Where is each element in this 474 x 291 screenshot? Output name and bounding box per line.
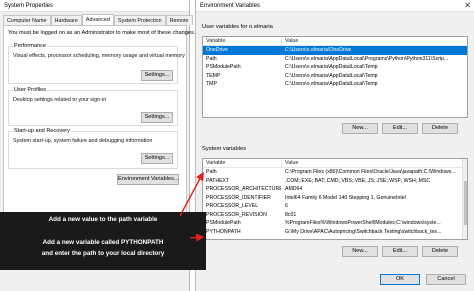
environment-variables-window: Environment Variables ✕ User variables f…	[195, 0, 474, 291]
var-name: PROCESSOR_ARCHITECTURE	[206, 186, 281, 192]
ok-button[interactable]: OK	[380, 274, 420, 285]
column-variable[interactable]: Variable	[203, 159, 281, 167]
startup-recovery-group: Start-up and Recovery System start-up, s…	[8, 128, 178, 169]
user-var-row[interactable]: TMP C:\Users\o.elmaria\AppData\Local\Tem…	[203, 80, 467, 89]
callout-directory-instruction: and enter the path to your local directo…	[41, 250, 165, 257]
var-value: Intel64 Family 6 Model 140 Stepping 1, G…	[285, 194, 406, 201]
system-list-header: Variable Value	[203, 159, 467, 168]
user-var-row[interactable]: PSModulePath C:\Users\o.elmaria\AppData\…	[203, 63, 467, 72]
environment-variables-button[interactable]: Environment Variables...	[117, 174, 179, 185]
var-value: 6	[285, 203, 288, 209]
user-profiles-settings-button[interactable]: Settings...	[141, 112, 173, 123]
env-titlebar: Environment Variables ✕	[196, 0, 474, 12]
user-new-button[interactable]: New...	[342, 123, 378, 134]
tab-strip: Computer Name Hardware Advanced System P…	[3, 14, 193, 25]
var-name: PSModulePath	[206, 64, 241, 70]
env-window-title: Environment Variables	[200, 2, 260, 9]
user-profiles-title: User Profiles	[13, 87, 48, 93]
var-value: .COM;.EXE;.BAT;.CMD;.VBS;.VBE;.JS;.JSE;.…	[285, 177, 431, 184]
column-value[interactable]: Value	[281, 37, 467, 45]
performance-group: Performance Visual effects, processor sc…	[8, 43, 185, 84]
user-variables-label: User variables for o.elmaria	[202, 24, 273, 30]
var-value: G:\My Drive\APAC\Autopricing\Switchback …	[285, 228, 442, 235]
performance-settings-button[interactable]: Settings...	[141, 70, 173, 81]
var-value: %ProgramFiles%\WindowsPowerShell\Modules…	[285, 220, 441, 226]
var-value: 8c01	[285, 211, 297, 218]
system-edit-button[interactable]: Edit...	[382, 246, 418, 257]
system-new-button[interactable]: New...	[342, 246, 378, 257]
startup-recovery-title: Start-up and Recovery	[13, 128, 71, 134]
system-variables-label: System variables	[202, 146, 247, 152]
instruction-callout: Add a new value to the path variable Add…	[0, 212, 206, 270]
user-delete-button[interactable]: Delete	[422, 123, 458, 134]
var-name: PROCESSOR_LEVEL	[206, 203, 259, 209]
admin-note: You must be logged on as an Administrato…	[8, 30, 196, 36]
cancel-button[interactable]: Cancel	[426, 274, 466, 285]
callout-pythonpath-instruction: Add a new variable called PYTHONPATH	[42, 239, 164, 246]
user-var-row[interactable]: OneDrive C:\Users\o.elmaria\OneDrive	[203, 46, 467, 55]
startup-recovery-desc: System start-up, system failure and debu…	[13, 138, 153, 144]
var-value: C:\Users\o.elmaria\OneDrive	[285, 47, 352, 53]
var-value: C:\Users\o.elmaria\AppData\Local\Program…	[285, 55, 449, 62]
var-name: TMP	[206, 81, 217, 87]
var-name: PROCESSOR_IDENTIFIER	[206, 194, 271, 201]
var-name: Path	[206, 169, 217, 175]
user-profiles-group: User Profiles Desktop settings related t…	[8, 87, 178, 126]
system-variables-list[interactable]: Variable Value Path C:\Program Files (x8…	[202, 158, 468, 240]
var-name: OneDrive	[206, 47, 228, 53]
performance-title: Performance	[13, 43, 48, 49]
system-var-row[interactable]: Path C:\Program Files (x86)\Common Files…	[203, 168, 467, 177]
var-value: C:\Users\o.elmaria\AppData\Local\Temp	[285, 72, 378, 79]
user-variables-list[interactable]: Variable Value OneDrive C:\Users\o.elmar…	[202, 36, 468, 118]
column-variable[interactable]: Variable	[203, 37, 281, 45]
performance-desc: Visual effects, processor scheduling, me…	[13, 53, 185, 59]
user-edit-button[interactable]: Edit...	[382, 123, 418, 134]
var-name: PROCESSOR_REVISION	[206, 211, 267, 218]
column-value[interactable]: Value	[281, 159, 467, 167]
user-profiles-desc: Desktop settings related to your sign-in	[13, 97, 107, 103]
system-var-row[interactable]: PROCESSOR_LEVEL 6	[203, 202, 467, 211]
var-value: C:\Users\o.elmaria\AppData\Local\Temp	[285, 81, 378, 87]
user-list-header: Variable Value	[203, 37, 467, 46]
tab-computer-name[interactable]: Computer Name	[3, 15, 51, 25]
scrollbar-thumb[interactable]	[464, 181, 467, 225]
startup-recovery-settings-button[interactable]: Settings...	[141, 153, 173, 164]
tab-advanced[interactable]: Advanced	[81, 14, 114, 25]
var-name: PATHEXT	[206, 177, 230, 184]
var-name: PYTHONPATH	[206, 228, 241, 235]
window-title: System Properties	[4, 2, 54, 9]
user-var-row[interactable]: TEMP C:\Users\o.elmaria\AppData\Local\Te…	[203, 72, 467, 81]
system-list-scrollbar[interactable]	[462, 159, 467, 239]
system-var-row[interactable]: PYTHONPATH G:\My Drive\APAC\Autopricing\…	[203, 228, 467, 237]
var-value: C:\Users\o.elmaria\AppData\Local\Temp	[285, 64, 378, 70]
system-var-row[interactable]: PSModulePath %ProgramFiles%\WindowsPower…	[203, 219, 467, 228]
var-name: PSModulePath	[206, 220, 241, 226]
system-properties-titlebar: System Properties	[0, 0, 189, 12]
var-name: TEMP	[206, 72, 221, 79]
callout-path-instruction: Add a new value to the path variable	[48, 216, 158, 223]
var-name: Path	[206, 55, 217, 62]
user-var-row[interactable]: Path C:\Users\o.elmaria\AppData\Local\Pr…	[203, 55, 467, 64]
tab-hardware[interactable]: Hardware	[50, 15, 82, 25]
system-var-row[interactable]: PROCESSOR_IDENTIFIER Intel64 Family 6 Mo…	[203, 194, 467, 203]
system-delete-button[interactable]: Delete	[422, 246, 458, 257]
var-value: C:\Program Files (x86)\Common Files\Orac…	[285, 169, 456, 175]
tab-system-protection[interactable]: System Protection	[113, 15, 166, 25]
system-var-row[interactable]: PROCESSOR_ARCHITECTURE AMD64	[203, 185, 467, 194]
close-icon[interactable]: ✕	[464, 1, 471, 10]
system-var-row[interactable]: PATHEXT .COM;.EXE;.BAT;.CMD;.VBS;.VBE;.J…	[203, 177, 467, 186]
system-var-row[interactable]: PROCESSOR_REVISION 8c01	[203, 211, 467, 220]
tab-remote[interactable]: Remote	[165, 15, 193, 25]
var-value: AMD64	[285, 186, 303, 192]
